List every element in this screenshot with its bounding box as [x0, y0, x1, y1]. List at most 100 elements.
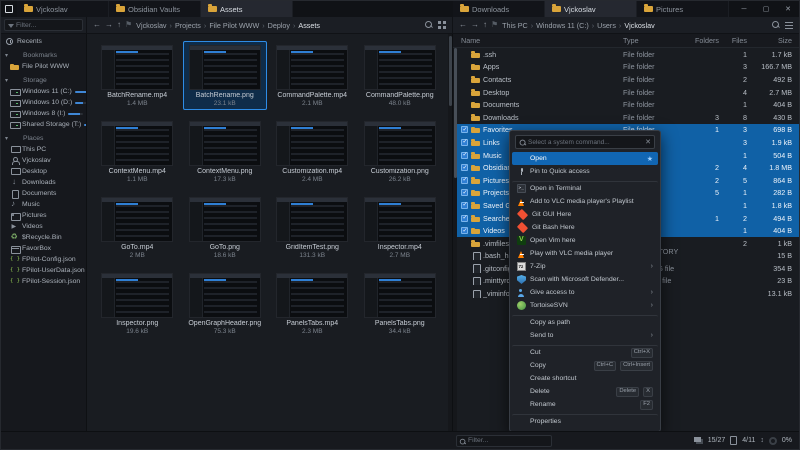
context-menu-item[interactable]: Copy Ctrl+C Ctrl+Insert — [512, 359, 658, 372]
sidebar-item[interactable]: FPilot-Session.json — [1, 276, 86, 287]
up-button[interactable]: ↑ — [483, 21, 487, 29]
minimize-button[interactable]: ─ — [733, 1, 755, 17]
breadcrumb-segment[interactable]: This PC — [502, 21, 528, 30]
context-menu-item[interactable]: Create shortcut — [512, 372, 658, 385]
sidebar-filter-input[interactable] — [5, 22, 82, 29]
sort-icon[interactable]: ↕ — [760, 437, 764, 444]
file-item[interactable]: OpenGraphHeader.png 75.3 kB — [183, 269, 268, 338]
column-files[interactable]: Files — [719, 36, 747, 45]
file-item[interactable]: ContextMenu.png 17.3 kB — [183, 117, 268, 186]
context-menu-item[interactable]: Properties — [512, 414, 658, 428]
breadcrumb-segment[interactable]: Deploy — [259, 21, 290, 30]
sidebar-item[interactable]: Downloads — [1, 177, 86, 188]
file-item[interactable]: Customization.mp4 2.4 MB — [270, 117, 355, 186]
sidebar-item[interactable]: Pictures — [1, 210, 86, 221]
context-menu-item[interactable]: Cut Ctrl+X — [512, 345, 658, 359]
file-item[interactable]: PanelsTabs.png 34.4 kB — [358, 269, 443, 338]
row-checkbox[interactable] — [461, 177, 468, 184]
table-row[interactable]: Documents File folder 1 404 B — [453, 98, 799, 111]
context-menu-item[interactable]: Pin to Quick access — [512, 165, 658, 178]
sidebar-item[interactable]: Recents — [1, 36, 86, 47]
column-name[interactable]: Name — [461, 36, 623, 45]
breadcrumb-segment[interactable]: Vjckoslav — [136, 21, 166, 30]
row-checkbox[interactable] — [461, 227, 468, 234]
sidebar-item[interactable]: ▾ Bookmarks — [1, 50, 86, 61]
sidebar-item[interactable]: Documents — [1, 188, 86, 199]
sidebar-item[interactable]: File Pilot WWW — [1, 61, 86, 72]
table-row[interactable]: Contacts File folder 2 492 B — [453, 73, 799, 86]
table-row[interactable]: Downloads File folder 3 8 430 B — [453, 111, 799, 124]
bottom-filter-input[interactable] — [457, 437, 551, 444]
breadcrumb-segment[interactable]: Vjckoslav — [616, 21, 655, 30]
context-menu-item[interactable]: Send to › — [512, 329, 658, 342]
scrollbar[interactable] — [448, 34, 452, 431]
row-checkbox[interactable] — [461, 139, 468, 146]
context-menu-item[interactable]: Scan with Microsoft Defender... — [512, 273, 658, 286]
context-menu-item[interactable]: 7-Zip › — [512, 260, 658, 273]
file-item[interactable]: PanelsTabs.mp4 2.3 MB — [270, 269, 355, 338]
sidebar-item[interactable]: Windows 11 (C:) — [1, 86, 86, 97]
tab[interactable]: Vjckoslav — [545, 1, 637, 17]
row-checkbox[interactable] — [461, 215, 468, 222]
file-item[interactable]: BatchRename.png 23.1 kB — [183, 41, 268, 110]
tab[interactable]: Downloads — [453, 1, 545, 17]
file-item[interactable]: CommandPalette.mp4 2.1 MB — [270, 41, 355, 110]
file-item[interactable]: Inspector.mp4 2.7 MB — [358, 193, 443, 262]
sidebar-item[interactable]: Videos — [1, 221, 86, 232]
sidebar-item[interactable]: Windows 10 (D:) — [1, 97, 86, 108]
tab[interactable]: Obsidian Vaults — [109, 1, 201, 17]
row-checkbox[interactable] — [461, 164, 468, 171]
file-item[interactable]: ContextMenu.mp4 1.1 MB — [95, 117, 180, 186]
grid-view-icon[interactable] — [438, 21, 446, 29]
search-icon[interactable] — [425, 21, 433, 29]
file-item[interactable]: BatchRename.mp4 1.4 MB — [95, 41, 180, 110]
sidebar-item[interactable]: Shared Storage (T:) — [1, 119, 86, 130]
context-menu-item[interactable]: Open in Terminal — [512, 181, 658, 195]
file-item[interactable]: Customization.png 26.2 kB — [358, 117, 443, 186]
file-item[interactable]: Inspector.png 19.6 kB — [95, 269, 180, 338]
command-search-input[interactable] — [516, 139, 654, 146]
context-menu-item[interactable]: Open Vim here — [512, 234, 658, 247]
table-row[interactable]: .ssh File folder 1 1.7 kB — [453, 48, 799, 61]
context-menu-item[interactable]: Copy as path — [512, 315, 658, 329]
context-menu-item[interactable]: Play with VLC media player — [512, 247, 658, 260]
context-menu-item[interactable]: Rename F2 — [512, 398, 658, 411]
row-checkbox[interactable] — [461, 189, 468, 196]
row-checkbox[interactable] — [461, 126, 468, 133]
breadcrumb-segment[interactable]: Projects — [167, 21, 201, 30]
sidebar-item[interactable]: Windows 8 (I:) — [1, 108, 86, 119]
breadcrumb-segment[interactable]: Users — [589, 21, 616, 30]
favorite-star-icon[interactable]: ★ — [647, 155, 653, 163]
bookmark-icon[interactable]: ⚑ — [125, 21, 132, 29]
sidebar-item[interactable]: Vjckoslav — [1, 155, 86, 166]
sidebar-item[interactable]: This PC — [1, 144, 86, 155]
back-button[interactable]: ← — [93, 21, 101, 29]
breadcrumb-segment[interactable]: Assets — [290, 21, 320, 30]
sidebar-item[interactable]: ▾ Storage — [1, 75, 86, 86]
up-button[interactable]: ↑ — [117, 21, 121, 29]
list-view-icon[interactable] — [785, 21, 793, 29]
file-item[interactable]: CommandPalette.png 48.0 kB — [358, 41, 443, 110]
forward-button[interactable]: → — [105, 21, 113, 29]
search-icon[interactable] — [772, 21, 780, 29]
file-item[interactable]: GoTo.mp4 2 MB — [95, 193, 180, 262]
context-menu-item[interactable]: Add to VLC media player's Playlist — [512, 195, 658, 208]
column-type[interactable]: Type — [623, 36, 687, 45]
column-size[interactable]: Size — [747, 36, 799, 45]
sidebar-item[interactable]: FPilot-UserData.json — [1, 265, 86, 276]
context-menu-item[interactable]: Delete Delete X — [512, 385, 658, 398]
sidebar-item[interactable]: ▾ Places — [1, 133, 86, 144]
maximize-button[interactable]: ▢ — [755, 1, 777, 17]
scrollbar[interactable] — [453, 48, 457, 431]
tab[interactable]: Assets — [201, 1, 293, 17]
breadcrumb-segment[interactable]: Windows 11 (C:) — [528, 21, 589, 30]
bookmark-icon[interactable]: ⚑ — [491, 21, 498, 29]
file-item[interactable]: GoTo.png 18.6 kB — [183, 193, 268, 262]
sidebar-item[interactable]: $Recycle.Bin — [1, 232, 86, 243]
close-button[interactable]: ✕ — [777, 1, 799, 17]
table-row[interactable]: Apps File folder 3 166.7 MB — [453, 61, 799, 74]
forward-button[interactable]: → — [471, 21, 479, 29]
file-item[interactable]: GridItemTest.png 131.3 kB — [270, 193, 355, 262]
context-menu-item[interactable]: Give access to › — [512, 286, 658, 299]
column-folders[interactable]: Folders — [687, 36, 719, 45]
